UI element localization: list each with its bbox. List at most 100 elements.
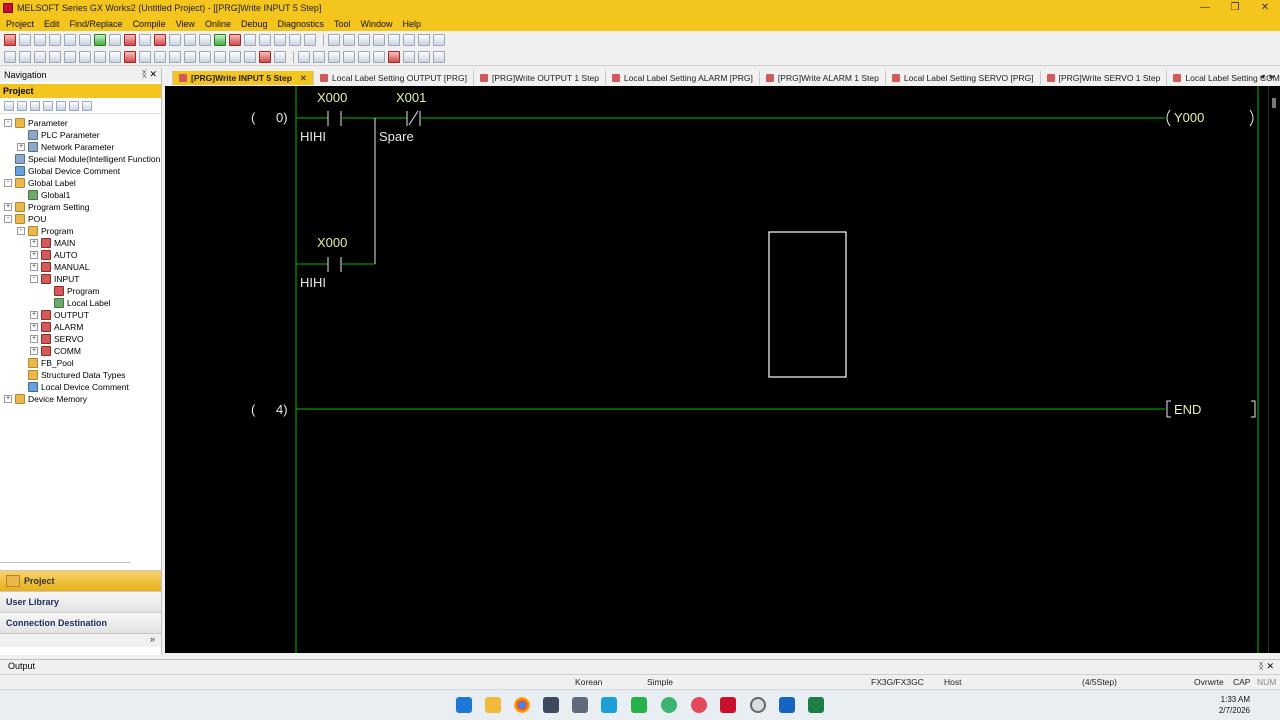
convert-all-icon[interactable] bbox=[184, 34, 196, 46]
chat-icon[interactable] bbox=[691, 697, 707, 713]
tree-item[interactable]: + Program Setting bbox=[0, 201, 161, 213]
tab-navigation-arrows[interactable]: ◄ ► bbox=[1258, 72, 1276, 81]
rising-pulse-icon[interactable] bbox=[139, 51, 151, 63]
document-tab[interactable]: Local Label Setting ALARM [PRG] bbox=[606, 71, 760, 85]
copy-data-icon[interactable] bbox=[30, 100, 40, 111]
horizontal-line-icon[interactable] bbox=[94, 51, 106, 63]
label-icon[interactable] bbox=[313, 51, 325, 63]
tree-item[interactable]: Program bbox=[0, 285, 161, 297]
more-buttons-icon[interactable]: » bbox=[0, 633, 161, 647]
tree-item[interactable]: + OUTPUT bbox=[0, 309, 161, 321]
lock-icon[interactable] bbox=[403, 51, 415, 63]
copy-icon[interactable] bbox=[19, 34, 31, 46]
write-mode-icon[interactable] bbox=[358, 34, 370, 46]
tree-item[interactable]: - Parameter bbox=[0, 117, 161, 129]
delete-data-icon[interactable] bbox=[17, 100, 27, 111]
rung1-contact1-device[interactable]: X000 bbox=[317, 90, 347, 105]
ladder-diagram[interactable]: ( 0) X000 HIHI X001 Spare Y000 X000 HIHI… bbox=[165, 86, 1268, 653]
outlook-icon[interactable] bbox=[779, 697, 795, 713]
ladder-mode-icon[interactable] bbox=[328, 34, 340, 46]
monitor-icon[interactable] bbox=[94, 34, 106, 46]
excel-icon[interactable] bbox=[808, 697, 824, 713]
minimize-button[interactable]: — bbox=[1190, 0, 1220, 16]
draw-line-icon[interactable] bbox=[244, 51, 256, 63]
statement-icon[interactable] bbox=[418, 34, 430, 46]
properties-icon[interactable] bbox=[56, 100, 66, 111]
zoom-icon[interactable] bbox=[343, 51, 355, 63]
expand-icon[interactable]: + bbox=[30, 239, 38, 247]
paste-data-icon[interactable] bbox=[43, 100, 53, 111]
tab-close-icon[interactable]: ✕ bbox=[300, 73, 307, 84]
menu-online[interactable]: Online bbox=[205, 19, 231, 29]
sort-icon[interactable] bbox=[82, 100, 92, 111]
fb-icon[interactable] bbox=[328, 51, 340, 63]
tree-item[interactable]: - Global Label bbox=[0, 177, 161, 189]
edge-icon[interactable] bbox=[601, 697, 617, 713]
convert-icon[interactable] bbox=[169, 34, 181, 46]
document-tab[interactable]: [PRG]Write INPUT 5 Step ✕ bbox=[173, 71, 315, 85]
menu-find-replace[interactable]: Find/Replace bbox=[70, 19, 123, 29]
pane-splitter[interactable] bbox=[0, 562, 130, 563]
wechat-icon[interactable] bbox=[631, 697, 647, 713]
read-mode-icon[interactable] bbox=[343, 34, 355, 46]
tree-item[interactable]: - INPUT bbox=[0, 273, 161, 285]
app-icon[interactable] bbox=[661, 697, 677, 713]
collapse-icon[interactable]: - bbox=[4, 179, 12, 187]
undo-icon[interactable] bbox=[49, 34, 61, 46]
document-tab[interactable]: [PRG]Write ALARM 1 Step bbox=[760, 71, 886, 85]
device-comment-icon[interactable] bbox=[298, 51, 310, 63]
stop-icon[interactable] bbox=[229, 34, 241, 46]
windows-start-icon[interactable] bbox=[456, 697, 472, 713]
print-icon[interactable] bbox=[109, 34, 121, 46]
expand-icon[interactable]: + bbox=[30, 251, 38, 259]
device-search-icon[interactable] bbox=[79, 34, 91, 46]
vertical-scrollbar[interactable] bbox=[1268, 86, 1280, 653]
output-controls[interactable]: ᛝ ✕ bbox=[1259, 660, 1274, 673]
tree-item[interactable]: + ALARM bbox=[0, 321, 161, 333]
melsoft-icon[interactable] bbox=[720, 697, 736, 713]
new-data-icon[interactable] bbox=[4, 100, 14, 111]
monitor-write-mode-icon[interactable] bbox=[388, 34, 400, 46]
expand-icon[interactable]: + bbox=[30, 323, 38, 331]
pin-icon[interactable]: ᛝ bbox=[142, 69, 147, 79]
note-icon[interactable] bbox=[433, 34, 445, 46]
refresh-icon[interactable] bbox=[69, 100, 79, 111]
cross-reference-icon[interactable] bbox=[289, 34, 301, 46]
watch-icon[interactable] bbox=[259, 34, 271, 46]
calculator-icon[interactable] bbox=[572, 697, 588, 713]
run-icon[interactable] bbox=[214, 34, 226, 46]
monitor-mode-icon[interactable] bbox=[373, 34, 385, 46]
operation-result-falling-icon[interactable] bbox=[229, 51, 241, 63]
restore-button[interactable]: ❐ bbox=[1220, 0, 1250, 16]
diagnostics-icon[interactable] bbox=[199, 34, 211, 46]
grid-icon[interactable] bbox=[388, 51, 400, 63]
document-tab[interactable]: Local Label Setting OUTPUT [PRG] bbox=[314, 71, 475, 85]
close-icon[interactable]: ✕ bbox=[149, 69, 157, 80]
project-view-button[interactable]: Project bbox=[0, 570, 161, 591]
menu-compile[interactable]: Compile bbox=[133, 19, 166, 29]
connection-destination-button[interactable]: Connection Destination bbox=[0, 612, 161, 633]
collapse-icon[interactable]: - bbox=[30, 275, 38, 283]
rung1-branch-device[interactable]: X000 bbox=[317, 235, 347, 250]
zoom-in-icon[interactable] bbox=[433, 51, 445, 63]
expand-icon[interactable]: + bbox=[4, 395, 12, 403]
document-tab[interactable]: [PRG]Write OUTPUT 1 Step bbox=[474, 71, 606, 85]
falling-pulse-icon[interactable] bbox=[154, 51, 166, 63]
inline-st-icon[interactable] bbox=[274, 51, 286, 63]
collapse-icon[interactable]: - bbox=[4, 119, 12, 127]
menu-project[interactable]: Project bbox=[6, 19, 34, 29]
redo-icon[interactable] bbox=[64, 34, 76, 46]
write-plc-icon[interactable] bbox=[124, 34, 136, 46]
tab-scroll-left[interactable] bbox=[164, 71, 173, 85]
paste-icon[interactable] bbox=[34, 34, 46, 46]
expand-icon[interactable]: + bbox=[30, 311, 38, 319]
tree-item[interactable]: Local Label bbox=[0, 297, 161, 309]
menu-help[interactable]: Help bbox=[403, 19, 422, 29]
tree-item[interactable]: + MAIN bbox=[0, 237, 161, 249]
expand-icon[interactable]: + bbox=[17, 143, 25, 151]
expand-icon[interactable]: + bbox=[4, 203, 12, 211]
scroll-thumb[interactable] bbox=[1272, 98, 1276, 108]
tree-item[interactable]: Global1 bbox=[0, 189, 161, 201]
read-plc-icon[interactable] bbox=[139, 34, 151, 46]
delete-line-icon[interactable] bbox=[124, 51, 136, 63]
